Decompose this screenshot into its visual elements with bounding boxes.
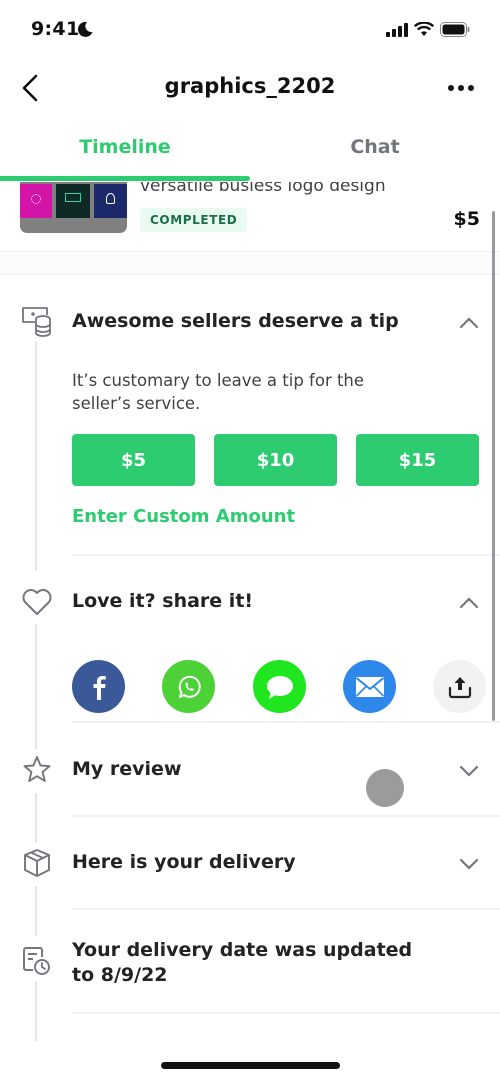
message-bubble-icon: [266, 675, 293, 699]
calendar-clock-icon: [23, 947, 50, 975]
active-tab-indicator: [0, 176, 250, 181]
divider: [72, 721, 500, 723]
gig-thumbnail: [20, 181, 127, 233]
status-bar: 9:41: [0, 0, 500, 62]
facebook-icon: [93, 675, 106, 700]
whatsapp-icon: [178, 675, 201, 698]
custom-amount-link[interactable]: Enter Custom Amount: [72, 506, 295, 527]
scrollbar[interactable]: [492, 211, 495, 721]
share-more-button[interactable]: [433, 660, 486, 713]
star-icon: [23, 756, 51, 782]
share-section-title[interactable]: Love it? share it!: [72, 590, 253, 612]
page-title: graphics_2202: [164, 74, 336, 98]
review-section-title[interactable]: My review: [72, 758, 182, 780]
status-time: 9:41: [31, 18, 80, 40]
cellular-signal-icon: [386, 22, 408, 37]
tip-description: It’s customary to leave a tip for the se…: [72, 371, 365, 413]
share-whatsapp-button[interactable]: [162, 660, 215, 713]
tab-chat[interactable]: Chat: [250, 124, 500, 182]
divider: [72, 908, 500, 910]
status-indicators: [386, 22, 470, 37]
heart-icon: [22, 589, 52, 615]
order-title: versatile busiess logo design: [140, 181, 386, 196]
package-icon: [24, 849, 50, 877]
share-messages-button[interactable]: [253, 660, 306, 713]
chevron-down-icon[interactable]: [458, 764, 480, 778]
tip-section-title[interactable]: Awesome sellers deserve a tip: [72, 310, 399, 332]
timeline-line: [35, 793, 37, 843]
timeline-line: [35, 341, 37, 571]
chevron-up-icon[interactable]: [458, 316, 480, 330]
tip-amount-button-10[interactable]: $10: [214, 434, 337, 486]
more-options-button[interactable]: [448, 76, 474, 100]
delivery-date-update-text: Your delivery date was updated to 8/9/22: [72, 939, 413, 986]
timeline-line: [35, 886, 37, 936]
share-email-button[interactable]: [343, 660, 396, 713]
mail-icon: [355, 676, 384, 697]
chevron-up-icon[interactable]: [458, 596, 480, 610]
wifi-icon: [414, 22, 434, 36]
timeline-line: [35, 981, 37, 1041]
share-upload-icon: [448, 676, 471, 698]
order-card[interactable]: versatile busiess logo design COMPLETED …: [0, 181, 500, 251]
timeline-line: [35, 624, 37, 749]
chevron-down-icon[interactable]: [458, 857, 480, 871]
divider: [72, 554, 500, 556]
order-price: $5: [453, 208, 480, 230]
divider: [72, 815, 500, 817]
tip-amount-button-15[interactable]: $15: [356, 434, 479, 486]
home-indicator[interactable]: [161, 1062, 340, 1069]
divider: [72, 1012, 500, 1014]
tab-bar: Timeline Chat: [0, 124, 500, 182]
timeline-content[interactable]: versatile busiess logo design COMPLETED …: [0, 181, 500, 1041]
more-horizontal-icon: [448, 85, 454, 91]
battery-icon: [440, 22, 470, 37]
tip-money-icon: [22, 307, 51, 337]
share-facebook-button[interactable]: [72, 660, 125, 713]
tab-timeline[interactable]: Timeline: [0, 124, 250, 182]
touch-indicator: [366, 769, 404, 807]
moon-icon: [77, 21, 93, 37]
delivery-section-title[interactable]: Here is your delivery: [72, 851, 296, 873]
tip-amount-button-5[interactable]: $5: [72, 434, 195, 486]
section-separator: [0, 251, 500, 275]
nav-bar: graphics_2202: [0, 62, 500, 116]
status-badge: COMPLETED: [140, 208, 248, 232]
